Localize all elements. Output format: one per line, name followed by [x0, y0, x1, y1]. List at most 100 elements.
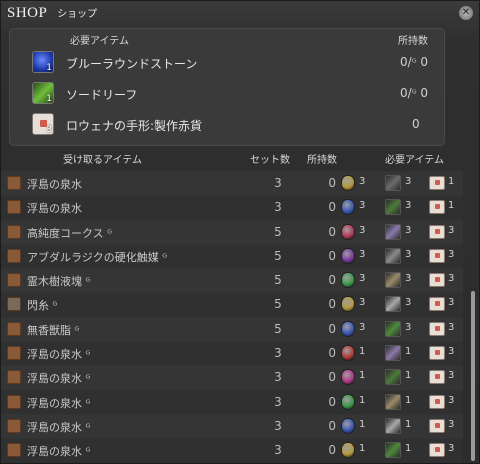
- scrip-envelope-icon: [429, 370, 445, 385]
- list-item[interactable]: 無香獣脂 ᴳ 5 0 3 3 3: [1, 316, 463, 342]
- list-item[interactable]: 浮島の泉水 3 0 3 3 1: [1, 171, 463, 196]
- item-icon: [7, 200, 21, 215]
- item-icon: [7, 273, 21, 288]
- item-name: 無香獣脂 ᴳ: [27, 323, 80, 337]
- gem-icon: [341, 393, 355, 410]
- item-name: 浮島の泉水 ᴳ: [27, 348, 91, 362]
- list-item[interactable]: 浮島の泉水 ᴳ 3 0 1 1 3: [1, 438, 463, 463]
- list-item[interactable]: 浮島の泉水 ᴳ 3 0 1 1 3: [1, 413, 463, 439]
- gem-qty: 1: [359, 370, 366, 382]
- item-name: 浮島の泉水 ᴳ: [27, 420, 91, 434]
- set-count: 5: [274, 321, 282, 336]
- material-qty: 3: [405, 176, 412, 187]
- item-name: 浮島の泉水 ᴳ: [27, 445, 91, 459]
- owned-count: 0: [328, 321, 336, 336]
- material-qty: 1: [405, 346, 412, 358]
- required-item-row[interactable]: 3 ロウェナの手形:製作赤貨 0: [32, 113, 432, 137]
- material-icon: [385, 417, 401, 434]
- required-owned-header: 所持数: [398, 36, 428, 47]
- material-qty: 3: [405, 273, 412, 285]
- item-icon: [7, 176, 21, 190]
- owned-count: 0: [328, 394, 336, 409]
- gem-icon: [341, 272, 355, 289]
- gem-qty: 3: [359, 297, 366, 309]
- owned-count: 0: [328, 200, 336, 215]
- set-count: 5: [274, 297, 282, 312]
- owned-count: 0: [328, 176, 336, 190]
- material-qty: 3: [405, 321, 412, 333]
- leaf-icon: 1: [32, 82, 54, 104]
- list-item[interactable]: 浮島の泉水 3 0 3 3 1: [1, 195, 463, 220]
- gem-qty: 1: [359, 394, 366, 406]
- gem-icon: [341, 369, 355, 386]
- scrollbar[interactable]: [471, 291, 475, 461]
- scrip-qty: 3: [448, 224, 455, 236]
- owned-header: 所持数: [307, 155, 337, 166]
- scrip-qty: 3: [448, 321, 455, 333]
- material-qty: 3: [405, 200, 412, 212]
- required-item-name: ロウェナの手形:製作赤貨: [66, 119, 203, 133]
- scrip-envelope-icon: [429, 224, 445, 239]
- scrip-envelope-icon: [429, 176, 445, 190]
- gem-qty: 3: [359, 321, 366, 333]
- material-qty: 1: [405, 418, 412, 430]
- owned-count: 0: [328, 248, 336, 263]
- title-bar: SHOP ショップ: [7, 5, 97, 27]
- material-icon: [385, 296, 401, 313]
- item-icon: [7, 321, 21, 336]
- item-icon: [7, 443, 21, 458]
- gem-qty: 1: [359, 443, 366, 455]
- required-item-name: ブルーラウンドストーン: [66, 57, 198, 71]
- gem-qty: 3: [359, 273, 366, 285]
- gem-qty: 3: [359, 176, 366, 187]
- owned-count: 0: [328, 273, 336, 288]
- material-qty: 3: [405, 224, 412, 236]
- material-icon: [385, 247, 401, 264]
- gem-icon: [341, 442, 355, 459]
- item-name: 浮島の泉水: [27, 178, 82, 191]
- gem-icon: [341, 296, 355, 313]
- item-name: 浮島の泉水 ᴳ: [27, 396, 91, 410]
- required-item-row[interactable]: 1 ブルーラウンドストーン 0/ᴳ 0: [32, 51, 432, 75]
- material-icon: [385, 320, 401, 337]
- scrip-qty: 3: [448, 443, 455, 455]
- scrip-envelope-icon: [429, 321, 445, 336]
- list-item[interactable]: アブダルラジクの硬化触媒 ᴳ 5 0 3 3 3: [1, 243, 463, 269]
- scrip-qty: 3: [448, 394, 455, 406]
- list-item[interactable]: 霊木樹液塊 ᴳ 5 0 3 3 3: [1, 268, 463, 293]
- owned-count: 0: [328, 346, 336, 361]
- list-item[interactable]: 浮島の泉水 ᴳ 3 0 1 1 3: [1, 389, 463, 414]
- item-icon: [7, 224, 21, 239]
- required-item-owned: 0/ᴳ 0: [400, 86, 429, 100]
- item-name: アブダルラジクの硬化触媒 ᴳ: [27, 250, 168, 264]
- required-item-owned: 0: [412, 117, 420, 131]
- list-item[interactable]: 閃糸 ᴳ 5 0 3 3 3: [1, 292, 463, 317]
- item-icon: [7, 248, 21, 263]
- list-item[interactable]: 浮島の泉水 ᴳ 3 0 1 1 3: [1, 341, 463, 366]
- item-icon: [7, 394, 21, 409]
- scrip-envelope-icon: [429, 200, 445, 215]
- gem-icon: [341, 247, 355, 264]
- material-qty: 1: [405, 443, 412, 455]
- item-icon: [7, 346, 21, 361]
- item-name: 浮島の泉水 ᴳ: [27, 372, 91, 386]
- scrip-envelope-icon: [429, 443, 445, 458]
- required-item-name: ソードリーフ: [66, 88, 138, 102]
- required-item-row[interactable]: 1 ソードリーフ 0/ᴳ 0: [32, 82, 432, 106]
- list-item[interactable]: 浮島の泉水 ᴳ 3 0 1 1 3: [1, 365, 463, 390]
- gem-qty: 3: [359, 248, 366, 260]
- scrip-qty: 3: [448, 418, 455, 430]
- gem-icon: [341, 175, 355, 191]
- scrip-qty: 3: [448, 248, 455, 260]
- material-qty: 3: [405, 297, 412, 309]
- required-item-header: 必要アイテム: [70, 36, 129, 47]
- set-count: 5: [274, 224, 282, 239]
- material-qty: 1: [405, 370, 412, 382]
- close-button[interactable]: ✕: [459, 6, 473, 20]
- required-item-owned: 0/ᴳ 0: [400, 55, 429, 69]
- gem-icon: [341, 417, 355, 434]
- scrip-qty: 3: [448, 273, 455, 285]
- gem-icon: [341, 320, 355, 337]
- list-item[interactable]: 高純度コークス ᴳ 5 0 3 3 3: [1, 219, 463, 244]
- window-title: SHOP: [7, 5, 48, 21]
